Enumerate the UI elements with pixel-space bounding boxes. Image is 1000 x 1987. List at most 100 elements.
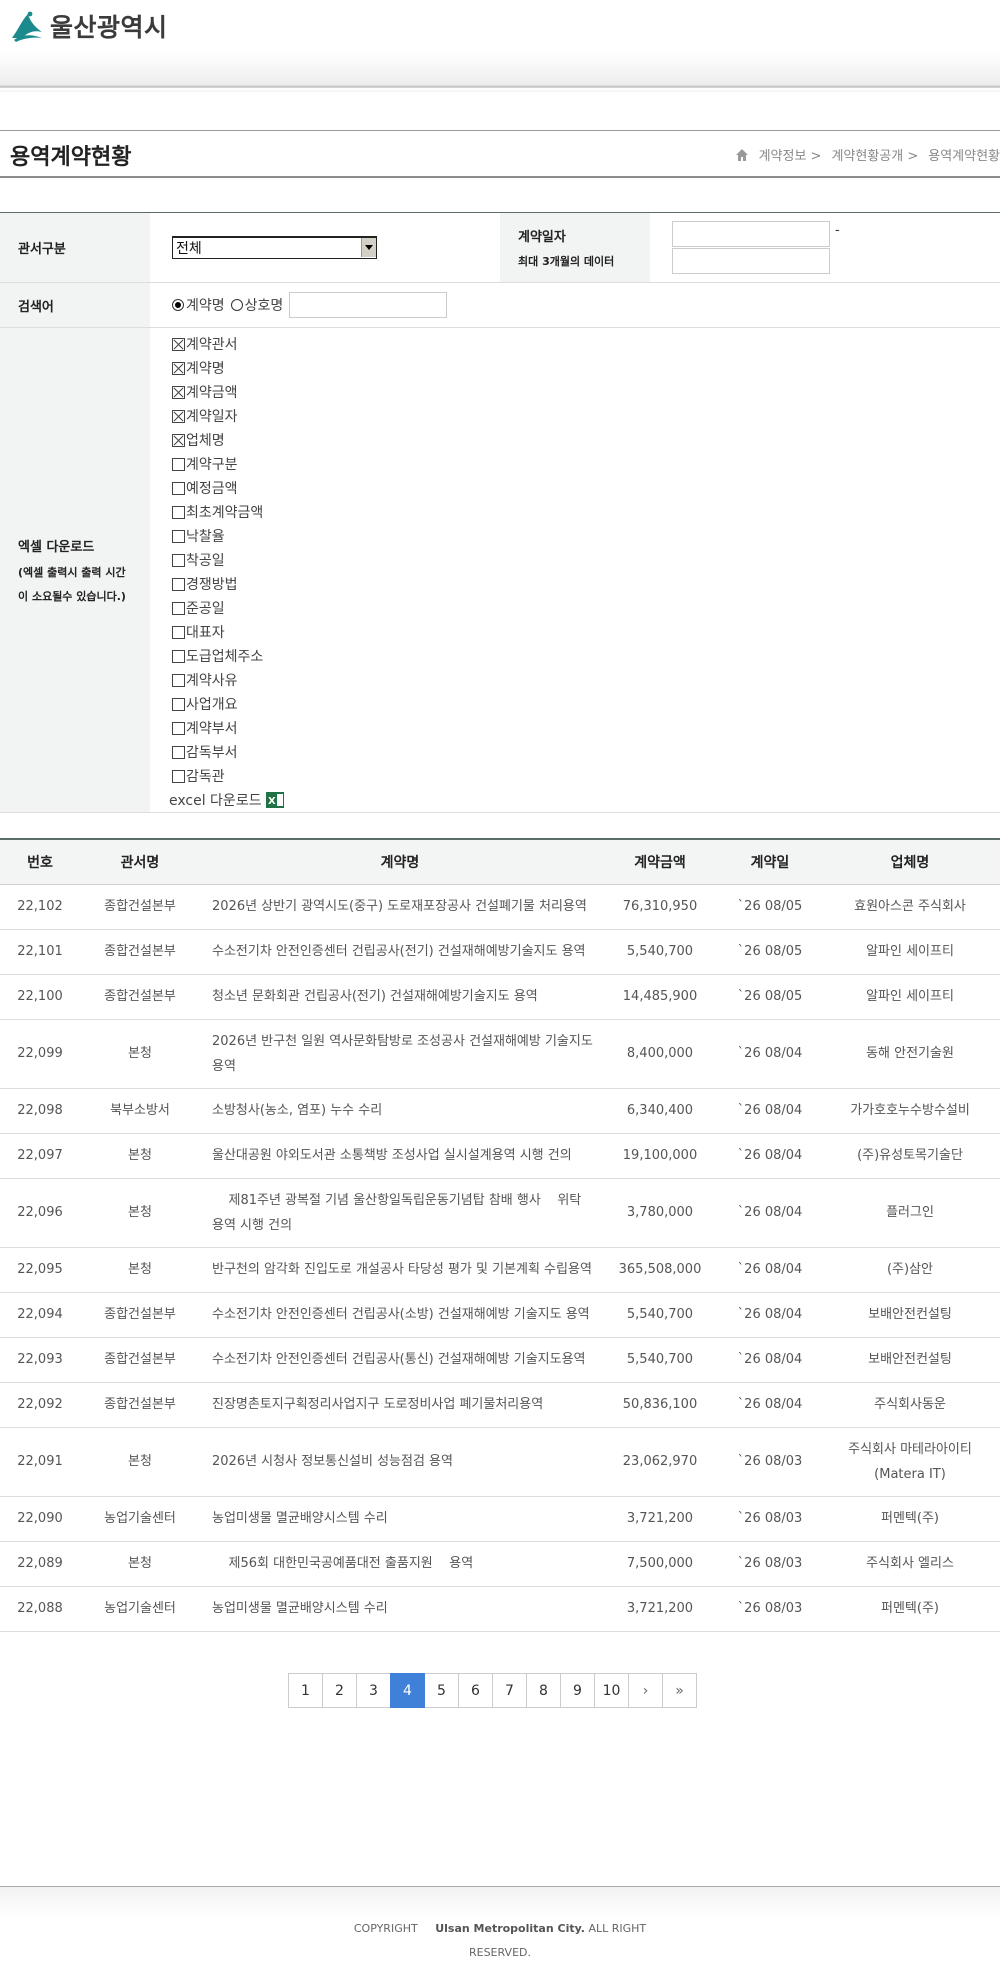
checkbox[interactable] bbox=[172, 769, 185, 783]
checkbox[interactable] bbox=[172, 673, 185, 687]
checkbox[interactable] bbox=[172, 745, 185, 759]
date-end-input[interactable] bbox=[672, 248, 830, 274]
excel-column-option[interactable]: 준공일 bbox=[172, 596, 284, 620]
table-row[interactable]: 22,095 본청 반구천의 암각화 진입도로 개설공사 타당성 평가 및 기본계획… bbox=[0, 1247, 1000, 1293]
excel-column-option[interactable]: 계약관서 bbox=[172, 332, 284, 356]
column-header[interactable]: 계약금액 bbox=[600, 839, 720, 885]
contract-name[interactable]: 수소전기차 안전인증센터 건립공사(전기) 건설재해예방기술지도 용역 bbox=[200, 929, 600, 975]
ulsan-logo[interactable]: 울산광역시 bbox=[10, 8, 168, 44]
excel-column-option[interactable]: 착공일 bbox=[172, 548, 284, 572]
table-row[interactable]: 22,089 본청 제56회 대한민국공예품대전 출품지원 용역 7,500,000… bbox=[0, 1541, 1000, 1587]
excel-column-option[interactable]: 업체명 bbox=[172, 428, 284, 452]
table-row[interactable]: 22,100 종합건설본부 청소년 문화회관 건립공사(전기) 건설재해예방기술지도… bbox=[0, 974, 1000, 1020]
column-header[interactable]: 번호 bbox=[0, 839, 80, 885]
excel-column-option[interactable]: 최초계약금액 bbox=[172, 500, 284, 524]
page-link[interactable]: 10 bbox=[594, 1673, 629, 1708]
column-header[interactable]: 계약명 bbox=[200, 839, 600, 885]
page-link[interactable]: 9 bbox=[560, 1673, 595, 1708]
breadcrumb-item[interactable]: 계약정보 > bbox=[759, 145, 822, 164]
checkbox[interactable] bbox=[172, 481, 185, 495]
checkbox[interactable] bbox=[172, 721, 185, 735]
table-row[interactable]: 22,102 종합건설본부 2026년 상반기 광역시도(중구) 도로재포장공사 건… bbox=[0, 884, 1000, 930]
checkbox[interactable] bbox=[172, 553, 185, 567]
table-row[interactable]: 22,094 종합건설본부 수소전기차 안전인증센터 건립공사(소방) 건설재해예방… bbox=[0, 1292, 1000, 1338]
keyword-input[interactable] bbox=[289, 292, 448, 318]
contract-name[interactable]: 수소전기차 안전인증센터 건립공사(통신) 건설재해예방 기술지도용역 bbox=[200, 1337, 600, 1383]
excel-column-option[interactable]: 예정금액 bbox=[172, 476, 284, 500]
checkbox[interactable] bbox=[172, 625, 185, 639]
contract-name[interactable]: 2026년 반구천 일원 역사문화탐방로 조성공사 건설재해예방 기술지도 용역 bbox=[200, 1019, 600, 1089]
table-row[interactable]: 22,101 종합건설본부 수소전기차 안전인증센터 건립공사(전기) 건설재해예방… bbox=[0, 929, 1000, 975]
excel-column-option[interactable]: 사업개요 bbox=[172, 692, 284, 716]
page-link[interactable]: 1 bbox=[288, 1673, 323, 1708]
home-icon[interactable] bbox=[735, 148, 749, 162]
contract-name[interactable]: 반구천의 암각화 진입도로 개설공사 타당성 평가 및 기본계획 수립용역 bbox=[200, 1247, 600, 1293]
page-link[interactable]: 4 bbox=[390, 1673, 425, 1708]
excel-column-option[interactable]: 계약명 bbox=[172, 356, 284, 380]
column-header[interactable]: 계약일 bbox=[720, 839, 820, 885]
excel-download-link[interactable]: excel 다운로드 X bbox=[169, 788, 284, 812]
checkbox[interactable] bbox=[172, 409, 185, 423]
dept-select[interactable]: 전체 bbox=[172, 236, 377, 259]
contract-name[interactable]: 제56회 대한민국공예품대전 출품지원 용역 bbox=[200, 1541, 600, 1587]
date-start-input[interactable] bbox=[672, 221, 830, 247]
table-row[interactable]: 22,098 북부소방서 소방청사(농소, 염포) 누수 수리 6,340,400 `2… bbox=[0, 1088, 1000, 1134]
page-link[interactable]: 8 bbox=[526, 1673, 561, 1708]
column-header[interactable]: 관서명 bbox=[80, 839, 200, 885]
checkbox[interactable] bbox=[172, 361, 185, 375]
table-row[interactable]: 22,097 본청 울산대공원 야외도서관 소통책방 조성사업 실시설계용역 시행 … bbox=[0, 1133, 1000, 1179]
excel-column-option[interactable]: 감독관 bbox=[172, 764, 284, 788]
excel-column-option[interactable]: 대표자 bbox=[172, 620, 284, 644]
contract-name[interactable]: 수소전기차 안전인증센터 건립공사(소방) 건설재해예방 기술지도 용역 bbox=[200, 1292, 600, 1338]
excel-column-option[interactable]: 계약부서 bbox=[172, 716, 284, 740]
contract-name[interactable]: 농업미생물 멸균배양시스템 수리 bbox=[200, 1586, 600, 1632]
page-link[interactable]: 5 bbox=[424, 1673, 459, 1708]
excel-column-option[interactable]: 계약일자 bbox=[172, 404, 284, 428]
checkbox[interactable] bbox=[172, 697, 185, 711]
checkbox[interactable] bbox=[172, 577, 185, 591]
table-row[interactable]: 22,092 종합건설본부 진장명촌토지구획정리사업지구 도로정비사업 폐기물처리용… bbox=[0, 1382, 1000, 1428]
contract-name[interactable]: 2026년 상반기 광역시도(중구) 도로재포장공사 건설폐기물 처리용역 bbox=[200, 884, 600, 930]
excel-download-label[interactable]: excel 다운로드 bbox=[169, 790, 262, 810]
excel-column-option[interactable]: 경쟁방법 bbox=[172, 572, 284, 596]
contract-name[interactable]: 제81주년 광복절 기념 울산항일독립운동기념탑 참배 행사 위탁 용역 시행 … bbox=[200, 1178, 600, 1248]
table-row[interactable]: 22,090 농업기술센터 농업미생물 멸균배양시스템 수리 3,721,200 `26… bbox=[0, 1496, 1000, 1542]
table-row[interactable]: 22,093 종합건설본부 수소전기차 안전인증센터 건립공사(통신) 건설재해예방… bbox=[0, 1337, 1000, 1383]
contract-name[interactable]: 2026년 시청사 정보통신설비 성능점검 용역 bbox=[200, 1427, 600, 1497]
excel-column-option[interactable]: 계약금액 bbox=[172, 380, 284, 404]
excel-icon[interactable]: X bbox=[265, 792, 284, 808]
table-row[interactable]: 22,099 본청 2026년 반구천 일원 역사문화탐방로 조성공사 건설재해예방… bbox=[0, 1019, 1000, 1089]
page-link[interactable]: 6 bbox=[458, 1673, 493, 1708]
table-row[interactable]: 22,088 농업기술센터 농업미생물 멸균배양시스템 수리 3,721,200 `26… bbox=[0, 1586, 1000, 1632]
contract-name[interactable]: 울산대공원 야외도서관 소통책방 조성사업 실시설계용역 시행 건의 bbox=[200, 1133, 600, 1179]
excel-column-option[interactable]: 낙찰율 bbox=[172, 524, 284, 548]
page-link[interactable]: 3 bbox=[356, 1673, 391, 1708]
last-page-icon[interactable]: » bbox=[662, 1673, 697, 1708]
checkbox[interactable] bbox=[172, 529, 185, 543]
checkbox[interactable] bbox=[172, 385, 185, 399]
checkbox[interactable] bbox=[172, 649, 185, 663]
checkbox[interactable] bbox=[172, 337, 185, 351]
chevron-down-icon[interactable] bbox=[361, 238, 376, 257]
contract-name[interactable]: 소방청사(농소, 염포) 누수 수리 bbox=[200, 1088, 600, 1134]
next-page-icon[interactable]: › bbox=[628, 1673, 663, 1708]
contract-name[interactable]: 청소년 문화회관 건립공사(전기) 건설재해예방기술지도 용역 bbox=[200, 974, 600, 1020]
table-row[interactable]: 22,091 본청 2026년 시청사 정보통신설비 성능점검 용역 23,062,9… bbox=[0, 1427, 1000, 1497]
contract-name[interactable]: 농업미생물 멸균배양시스템 수리 bbox=[200, 1496, 600, 1542]
contract-name[interactable]: 진장명촌토지구획정리사업지구 도로정비사업 폐기물처리용역 bbox=[200, 1382, 600, 1428]
radio-company-name[interactable] bbox=[230, 299, 243, 311]
excel-column-option[interactable]: 감독부서 bbox=[172, 740, 284, 764]
checkbox[interactable] bbox=[172, 601, 185, 615]
breadcrumb-item[interactable]: 계약현황공개 > bbox=[831, 145, 918, 164]
excel-column-option[interactable]: 도급업체주소 bbox=[172, 644, 284, 668]
checkbox[interactable] bbox=[172, 433, 185, 447]
page-link[interactable]: 7 bbox=[492, 1673, 527, 1708]
excel-column-option[interactable]: 계약사유 bbox=[172, 668, 284, 692]
checkbox[interactable] bbox=[172, 505, 185, 519]
excel-column-option[interactable]: 계약구분 bbox=[172, 452, 284, 476]
radio-contract-name[interactable] bbox=[172, 299, 184, 311]
checkbox[interactable] bbox=[172, 457, 185, 471]
page-link[interactable]: 2 bbox=[322, 1673, 357, 1708]
column-header[interactable]: 업체명 bbox=[820, 839, 1000, 885]
table-row[interactable]: 22,096 본청 제81주년 광복절 기념 울산항일독립운동기념탑 참배 행사 … bbox=[0, 1178, 1000, 1248]
